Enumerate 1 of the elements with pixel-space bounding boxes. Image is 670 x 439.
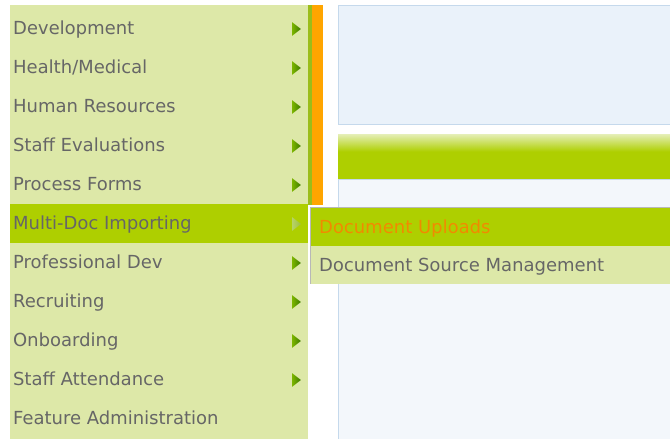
menu-item[interactable]: Multi-Doc Importing <box>10 204 308 243</box>
